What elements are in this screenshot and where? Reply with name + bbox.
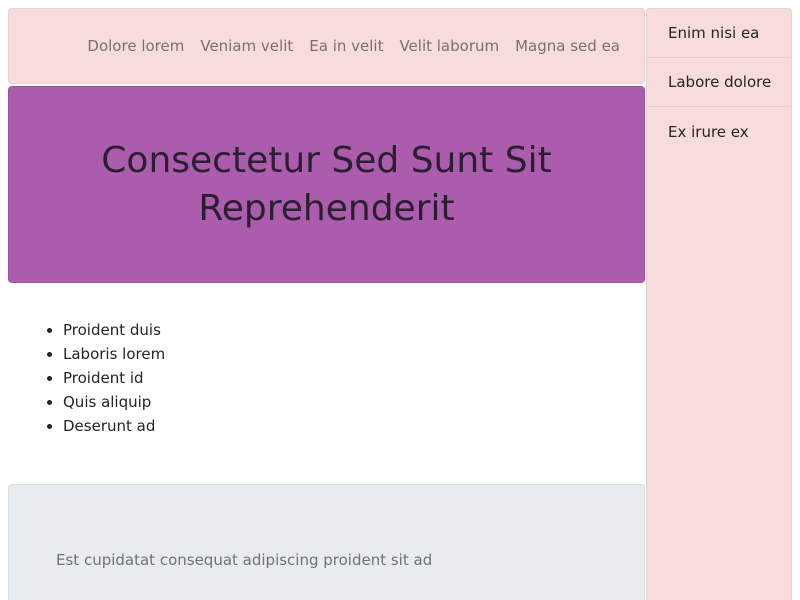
footer-panel: Est cupidatat consequat adipiscing proid… [8,484,645,600]
nav-link-ea-in-velit[interactable]: Ea in velit [301,37,391,55]
list-item: Proident id [63,366,165,390]
nav-link-veniam-velit[interactable]: Veniam velit [192,37,301,55]
hero-banner: Consectetur Sed Sunt Sit Reprehenderit [8,86,645,283]
nav-link-dolore-lorem[interactable]: Dolore lorem [79,37,192,55]
nav-link-velit-laborum[interactable]: Velit laborum [391,37,507,55]
hero-title: Consectetur Sed Sunt Sit Reprehenderit [101,139,552,229]
sidebar-item-labore-dolore[interactable]: Labore dolore [647,58,791,107]
list-item: Proident duis [63,318,165,342]
list-item: Quis aliquip [63,390,165,414]
list-item: Deserunt ad [63,414,165,438]
top-navbar: Dolore lorem Veniam velit Ea in velit Ve… [8,8,645,84]
page: Dolore lorem Veniam velit Ea in velit Ve… [0,0,800,600]
footer-text: Est cupidatat consequat adipiscing proid… [56,551,433,569]
bullet-list: Proident duis Laboris lorem Proident id … [23,318,165,438]
sidebar-item-enim-nisi-ea[interactable]: Enim nisi ea [647,9,791,58]
nav-link-magna-sed-ea[interactable]: Magna sed ea [507,37,628,55]
sidebar-item-ex-irure-ex[interactable]: Ex irure ex [647,107,791,156]
sidebar: Enim nisi ea Labore dolore Ex irure ex [646,8,792,600]
list-item: Laboris lorem [63,342,165,366]
